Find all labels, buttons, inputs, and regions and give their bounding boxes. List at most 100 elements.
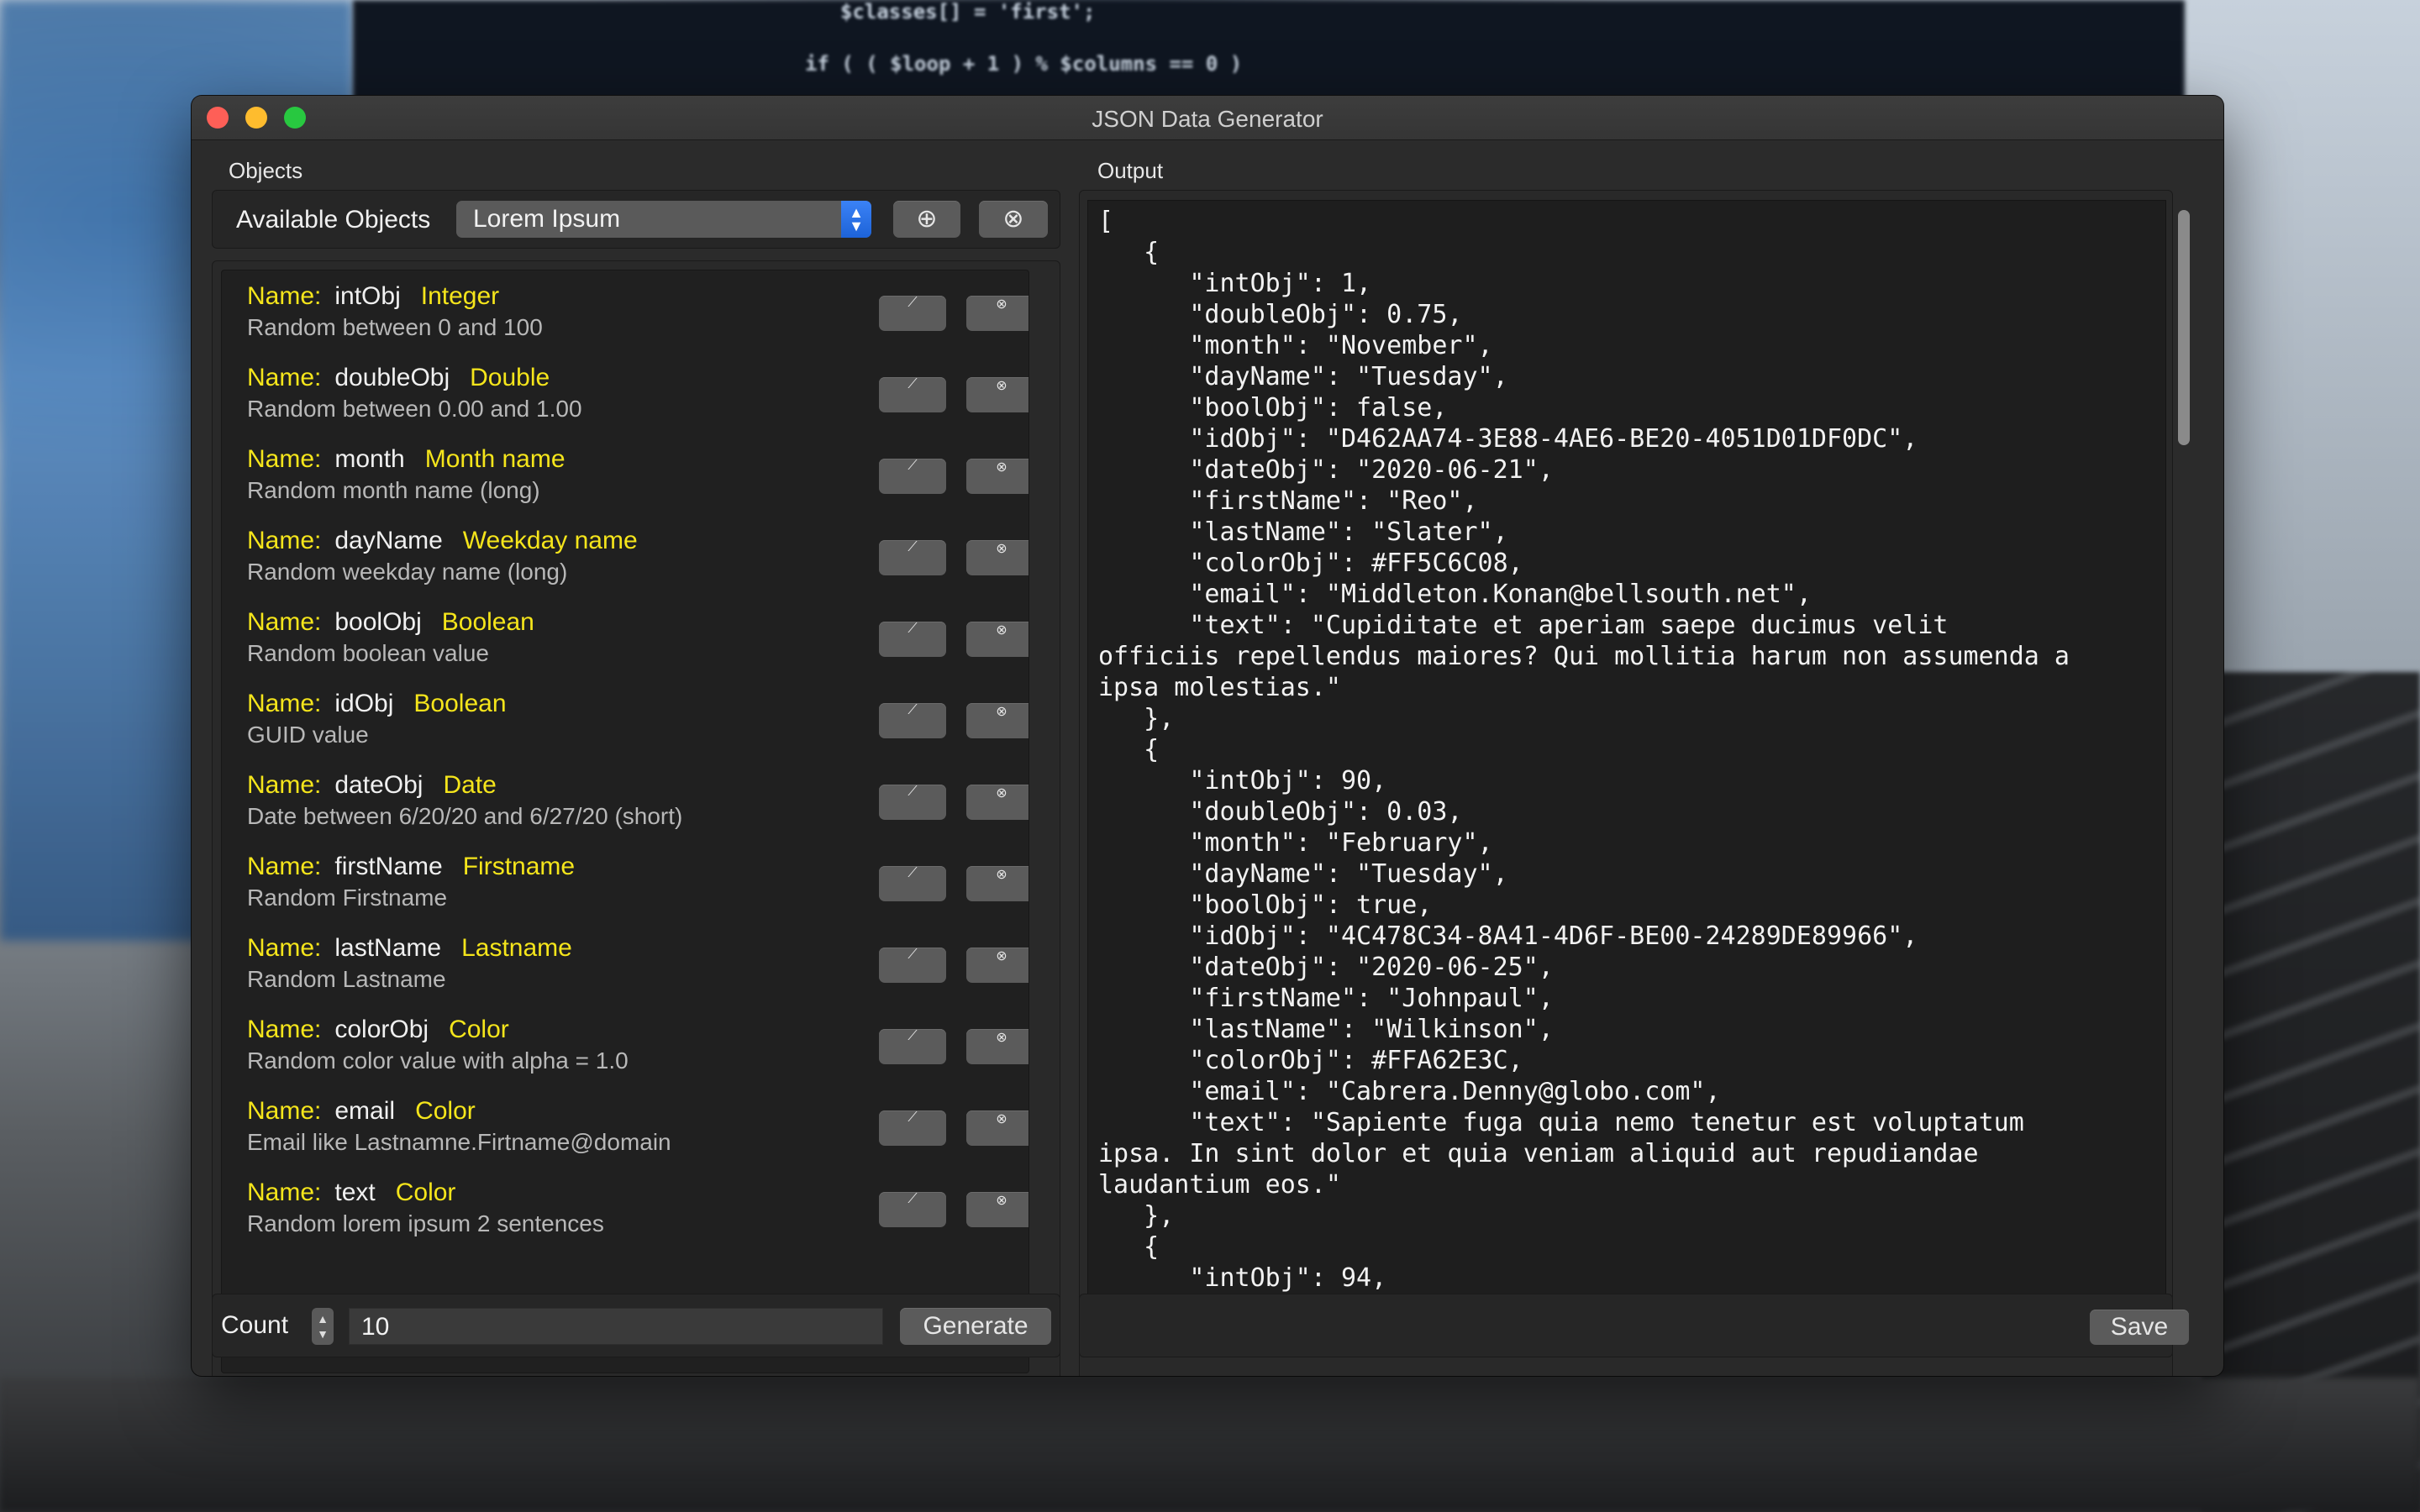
count-input[interactable]: 10 bbox=[349, 1308, 883, 1345]
edit-item-button[interactable]: ⟋ bbox=[879, 703, 946, 738]
save-button[interactable]: Save bbox=[2090, 1310, 2189, 1345]
x-circle-icon: ⊗ bbox=[996, 868, 1007, 882]
item-name: intObj bbox=[334, 282, 401, 310]
output-text-view[interactable]: [ { "intObj": 1, "doubleObj": 0.75, "mon… bbox=[1087, 200, 2166, 1295]
title-bar: JSON Data Generator bbox=[192, 96, 2223, 140]
item-name: dateObj bbox=[334, 771, 424, 799]
item-type: Lastname bbox=[461, 934, 572, 962]
delete-item-button[interactable]: ⊗ bbox=[966, 540, 1028, 575]
delete-item-button[interactable]: ⊗ bbox=[966, 703, 1028, 738]
item-description: Random lorem ipsum 2 sentences bbox=[247, 1210, 604, 1236]
item-name: doubleObj bbox=[334, 364, 450, 391]
item-description: GUID value bbox=[247, 722, 369, 748]
list-item[interactable]: Name: dayName Weekday name Random weekday … bbox=[222, 515, 1028, 596]
count-label: Count bbox=[221, 1311, 289, 1339]
output-scrollbar-thumb[interactable] bbox=[2178, 210, 2190, 445]
delete-item-button[interactable]: ⊗ bbox=[966, 377, 1028, 412]
item-description: Random color value with alpha = 1.0 bbox=[247, 1047, 629, 1074]
item-name-label: Name: bbox=[247, 853, 322, 880]
list-item[interactable]: Name: email Color Email like Lastnamne.Fir… bbox=[222, 1085, 1028, 1167]
item-type: Color bbox=[395, 1179, 456, 1206]
count-stepper[interactable]: ▲ ▼ bbox=[312, 1308, 334, 1345]
item-description: Random between 0.00 and 1.00 bbox=[247, 396, 582, 422]
item-type: Color bbox=[415, 1097, 476, 1125]
delete-item-button[interactable]: ⊗ bbox=[966, 1110, 1028, 1146]
pencil-icon: ⟋ bbox=[908, 1029, 918, 1043]
list-item[interactable]: Name: doubleObj Double Random between 0.00… bbox=[222, 352, 1028, 433]
object-list[interactable]: Name: intObj Integer Random between 0 and … bbox=[221, 270, 1029, 1373]
output-section-label: Output bbox=[1097, 158, 1164, 183]
item-name-label: Name: bbox=[247, 608, 322, 636]
list-item[interactable]: Name: boolObj Boolean Random boolean value… bbox=[222, 596, 1028, 678]
item-name-label: Name: bbox=[247, 282, 322, 310]
item-name: idObj bbox=[334, 690, 394, 717]
item-type: Double bbox=[470, 364, 550, 391]
pencil-icon: ⟋ bbox=[908, 785, 918, 799]
generate-button[interactable]: Generate bbox=[900, 1308, 1051, 1345]
x-circle-icon: ⊗ bbox=[996, 786, 1007, 801]
edit-item-button[interactable]: ⟋ bbox=[879, 459, 946, 494]
item-description: Random month name (long) bbox=[247, 477, 540, 503]
item-description: Random weekday name (long) bbox=[247, 559, 568, 585]
edit-item-button[interactable]: ⟋ bbox=[879, 948, 946, 983]
list-item[interactable]: Name: text Color Random lorem ipsum 2 sent… bbox=[222, 1167, 1028, 1248]
edit-item-button[interactable]: ⟋ bbox=[879, 785, 946, 820]
add-object-button[interactable]: ⊕ bbox=[893, 201, 960, 238]
pencil-icon: ⟋ bbox=[908, 377, 918, 391]
pencil-icon: ⟋ bbox=[908, 459, 918, 473]
delete-item-button[interactable]: ⊗ bbox=[966, 1029, 1028, 1064]
item-type: Date bbox=[443, 771, 497, 799]
pencil-icon: ⟋ bbox=[908, 948, 918, 962]
delete-item-button[interactable]: ⊗ bbox=[966, 296, 1028, 331]
list-item[interactable]: Name: lastName Lastname Random Lastname ⟋ … bbox=[222, 922, 1028, 1004]
list-item[interactable]: Name: colorObj Color Random color value wi… bbox=[222, 1004, 1028, 1085]
item-name: month bbox=[334, 445, 405, 473]
pencil-icon: ⟋ bbox=[908, 1110, 918, 1125]
background-code-line: $classes[] = 'first'; bbox=[840, 0, 1096, 24]
edit-item-button[interactable]: ⟋ bbox=[879, 866, 946, 901]
item-name: email bbox=[334, 1097, 396, 1125]
output-json: [ { "intObj": 1, "doubleObj": 0.75, "mon… bbox=[1098, 207, 2070, 1293]
x-circle-icon: ⊗ bbox=[996, 949, 1007, 963]
save-bar: Save bbox=[1079, 1294, 2189, 1357]
x-circle-icon: ⊗ bbox=[996, 297, 1007, 312]
item-description: Random boolean value bbox=[247, 640, 489, 666]
list-item[interactable]: Name: idObj Boolean GUID value ⟋ ⊗ bbox=[222, 678, 1028, 759]
x-circle-icon: ⊗ bbox=[996, 705, 1007, 719]
delete-item-button[interactable]: ⊗ bbox=[966, 866, 1028, 901]
edit-item-button[interactable]: ⟋ bbox=[879, 377, 946, 412]
edit-item-button[interactable]: ⟋ bbox=[879, 1110, 946, 1146]
item-name-label: Name: bbox=[247, 1016, 322, 1043]
item-name-label: Name: bbox=[247, 934, 322, 962]
x-circle-icon: ⊗ bbox=[996, 460, 1007, 475]
edit-item-button[interactable]: ⟋ bbox=[879, 622, 946, 657]
edit-item-button[interactable]: ⟋ bbox=[879, 296, 946, 331]
objects-section-label: Objects bbox=[229, 158, 303, 183]
item-name: lastName bbox=[334, 934, 442, 962]
x-circle-icon: ⊗ bbox=[996, 1112, 1007, 1126]
pencil-icon: ⟋ bbox=[908, 296, 918, 310]
list-item[interactable]: Name: dateObj Date Date between 6/20/20 an… bbox=[222, 759, 1028, 841]
item-description: Email like Lastnamne.Firtname@domain bbox=[247, 1129, 671, 1155]
delete-item-button[interactable]: ⊗ bbox=[966, 948, 1028, 983]
edit-item-button[interactable]: ⟋ bbox=[879, 1192, 946, 1227]
list-item[interactable]: Name: firstName Firstname Random Firstname… bbox=[222, 841, 1028, 922]
pencil-icon: ⟋ bbox=[908, 540, 918, 554]
x-circle-icon: ⊗ bbox=[1002, 205, 1024, 233]
edit-item-button[interactable]: ⟋ bbox=[879, 1029, 946, 1064]
item-description: Date between 6/20/20 and 6/27/20 (short) bbox=[247, 803, 683, 829]
delete-item-button[interactable]: ⊗ bbox=[966, 785, 1028, 820]
item-type: Boolean bbox=[413, 690, 507, 717]
window-title: JSON Data Generator bbox=[1092, 106, 1323, 132]
delete-item-button[interactable]: ⊗ bbox=[966, 1192, 1028, 1227]
available-objects-popup[interactable]: Lorem Ipsum ▲ ▼ bbox=[456, 201, 871, 238]
delete-item-button[interactable]: ⊗ bbox=[966, 622, 1028, 657]
item-name: text bbox=[334, 1179, 376, 1206]
delete-item-button[interactable]: ⊗ bbox=[966, 459, 1028, 494]
list-item[interactable]: Name: month Month name Random month name (… bbox=[222, 433, 1028, 515]
list-item[interactable]: Name: intObj Integer Random between 0 and … bbox=[222, 270, 1028, 352]
remove-object-button[interactable]: ⊗ bbox=[979, 201, 1048, 238]
edit-item-button[interactable]: ⟋ bbox=[879, 540, 946, 575]
item-name: colorObj bbox=[334, 1016, 429, 1043]
object-list-panel: Name: intObj Integer Random between 0 and … bbox=[212, 260, 1060, 1376]
